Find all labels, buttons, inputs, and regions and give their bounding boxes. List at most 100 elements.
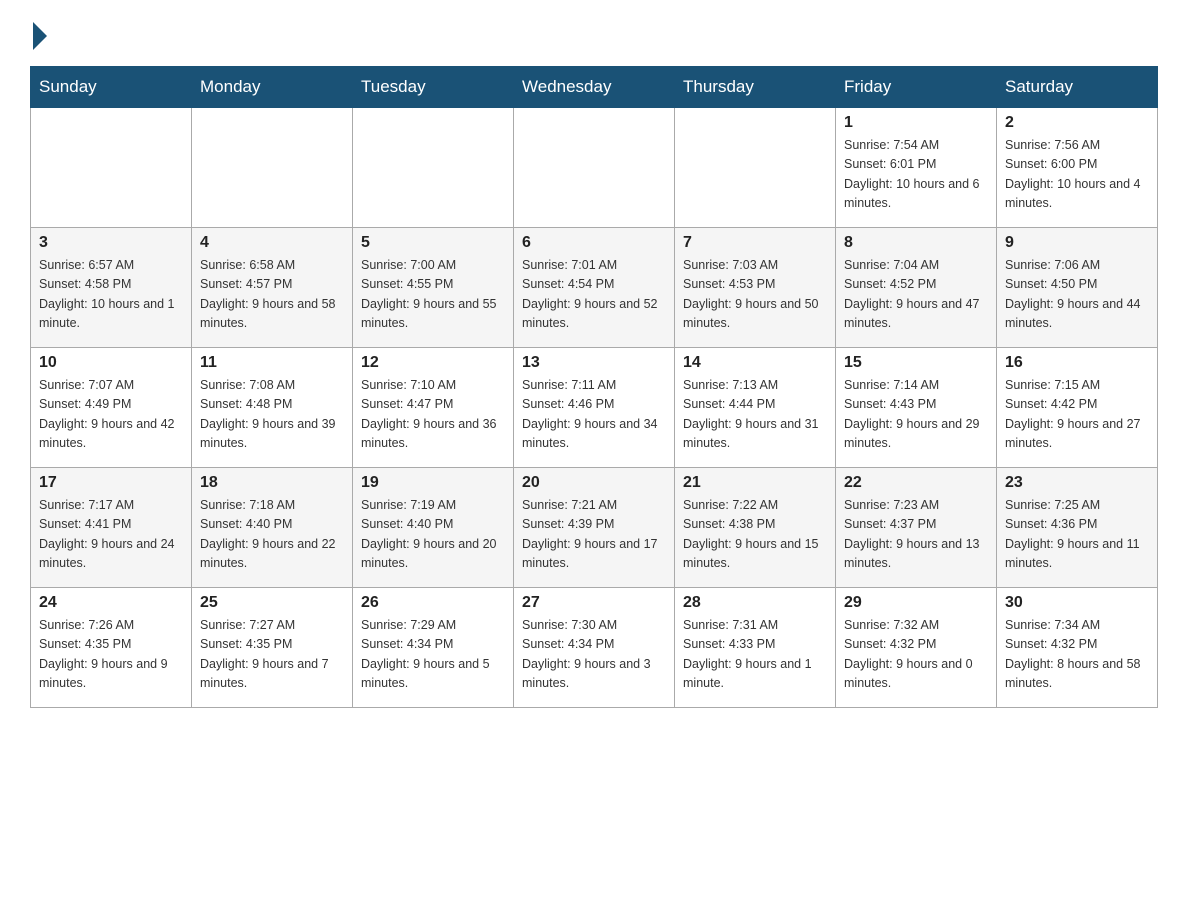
day-number: 28 bbox=[683, 594, 827, 612]
day-number: 2 bbox=[1005, 114, 1149, 132]
calendar-table: SundayMondayTuesdayWednesdayThursdayFrid… bbox=[30, 66, 1158, 708]
calendar-cell: 28 Sunrise: 7:31 AM Sunset: 4:33 PM Dayli… bbox=[675, 588, 836, 708]
calendar-week-4: 17 Sunrise: 7:17 AM Sunset: 4:41 PM Dayli… bbox=[31, 468, 1158, 588]
calendar-cell: 16 Sunrise: 7:15 AM Sunset: 4:42 PM Dayli… bbox=[997, 348, 1158, 468]
calendar-cell: 27Sunrise: 7:30 AM Sunset: 4:34 PM Dayli… bbox=[514, 588, 675, 708]
calendar-cell: 12 Sunrise: 7:10 AM Sunset: 4:47 PM Dayli… bbox=[353, 348, 514, 468]
calendar-cell: 10Sunrise: 7:07 AM Sunset: 4:49 PM Dayli… bbox=[31, 348, 192, 468]
day-info: Sunrise: 7:31 AM Sunset: 4:33 PM Dayligh… bbox=[683, 616, 827, 694]
day-number: 14 bbox=[683, 354, 827, 372]
calendar-cell: 7 Sunrise: 7:03 AM Sunset: 4:53 PM Daylig… bbox=[675, 228, 836, 348]
calendar-week-2: 3 Sunrise: 6:57 AM Sunset: 4:58 PM Daylig… bbox=[31, 228, 1158, 348]
day-info: Sunrise: 7:04 AM Sunset: 4:52 PM Dayligh… bbox=[844, 256, 988, 334]
calendar-cell: 3 Sunrise: 6:57 AM Sunset: 4:58 PM Daylig… bbox=[31, 228, 192, 348]
calendar-week-3: 10Sunrise: 7:07 AM Sunset: 4:49 PM Dayli… bbox=[31, 348, 1158, 468]
day-info: Sunrise: 7:00 AM Sunset: 4:55 PM Dayligh… bbox=[361, 256, 505, 334]
calendar-cell: 25 Sunrise: 7:27 AM Sunset: 4:35 PM Dayli… bbox=[192, 588, 353, 708]
calendar-cell bbox=[675, 108, 836, 228]
day-number: 23 bbox=[1005, 474, 1149, 492]
calendar-cell bbox=[192, 108, 353, 228]
day-info: Sunrise: 7:30 AM Sunset: 4:34 PM Dayligh… bbox=[522, 616, 666, 694]
day-number: 3 bbox=[39, 234, 183, 252]
day-number: 25 bbox=[200, 594, 344, 612]
day-header-wednesday: Wednesday bbox=[514, 67, 675, 108]
day-info: Sunrise: 7:26 AM Sunset: 4:35 PM Dayligh… bbox=[39, 616, 183, 694]
day-number: 9 bbox=[1005, 234, 1149, 252]
day-number: 29 bbox=[844, 594, 988, 612]
day-info: Sunrise: 7:56 AM Sunset: 6:00 PM Dayligh… bbox=[1005, 136, 1149, 214]
day-info: Sunrise: 7:01 AM Sunset: 4:54 PM Dayligh… bbox=[522, 256, 666, 334]
calendar-cell: 1 Sunrise: 7:54 AM Sunset: 6:01 PM Daylig… bbox=[836, 108, 997, 228]
day-info: Sunrise: 7:18 AM Sunset: 4:40 PM Dayligh… bbox=[200, 496, 344, 574]
day-number: 21 bbox=[683, 474, 827, 492]
day-number: 1 bbox=[844, 114, 988, 132]
calendar-cell: 24 Sunrise: 7:26 AM Sunset: 4:35 PM Dayli… bbox=[31, 588, 192, 708]
day-header-tuesday: Tuesday bbox=[353, 67, 514, 108]
day-number: 11 bbox=[200, 354, 344, 372]
day-number: 17 bbox=[39, 474, 183, 492]
day-number: 24 bbox=[39, 594, 183, 612]
day-number: 4 bbox=[200, 234, 344, 252]
calendar-cell: 11 Sunrise: 7:08 AM Sunset: 4:48 PM Dayli… bbox=[192, 348, 353, 468]
calendar-cell: 17 Sunrise: 7:17 AM Sunset: 4:41 PM Dayli… bbox=[31, 468, 192, 588]
day-number: 7 bbox=[683, 234, 827, 252]
day-number: 6 bbox=[522, 234, 666, 252]
calendar-cell: 9Sunrise: 7:06 AM Sunset: 4:50 PM Daylig… bbox=[997, 228, 1158, 348]
day-header-thursday: Thursday bbox=[675, 67, 836, 108]
calendar-cell: 6 Sunrise: 7:01 AM Sunset: 4:54 PM Daylig… bbox=[514, 228, 675, 348]
day-info: Sunrise: 6:58 AM Sunset: 4:57 PM Dayligh… bbox=[200, 256, 344, 334]
day-info: Sunrise: 7:27 AM Sunset: 4:35 PM Dayligh… bbox=[200, 616, 344, 694]
calendar-cell: 29Sunrise: 7:32 AM Sunset: 4:32 PM Dayli… bbox=[836, 588, 997, 708]
day-number: 13 bbox=[522, 354, 666, 372]
calendar-cell: 15 Sunrise: 7:14 AM Sunset: 4:43 PM Dayli… bbox=[836, 348, 997, 468]
calendar-cell: 13 Sunrise: 7:11 AM Sunset: 4:46 PM Dayli… bbox=[514, 348, 675, 468]
day-info: Sunrise: 7:17 AM Sunset: 4:41 PM Dayligh… bbox=[39, 496, 183, 574]
calendar-cell: 26 Sunrise: 7:29 AM Sunset: 4:34 PM Dayli… bbox=[353, 588, 514, 708]
day-number: 15 bbox=[844, 354, 988, 372]
day-info: Sunrise: 7:21 AM Sunset: 4:39 PM Dayligh… bbox=[522, 496, 666, 574]
calendar-header-row: SundayMondayTuesdayWednesdayThursdayFrid… bbox=[31, 67, 1158, 108]
day-info: Sunrise: 7:54 AM Sunset: 6:01 PM Dayligh… bbox=[844, 136, 988, 214]
day-info: Sunrise: 7:23 AM Sunset: 4:37 PM Dayligh… bbox=[844, 496, 988, 574]
calendar-cell: 21 Sunrise: 7:22 AM Sunset: 4:38 PM Dayli… bbox=[675, 468, 836, 588]
day-number: 26 bbox=[361, 594, 505, 612]
day-header-saturday: Saturday bbox=[997, 67, 1158, 108]
logo bbox=[30, 20, 47, 46]
day-info: Sunrise: 7:22 AM Sunset: 4:38 PM Dayligh… bbox=[683, 496, 827, 574]
day-number: 30 bbox=[1005, 594, 1149, 612]
day-info: Sunrise: 7:14 AM Sunset: 4:43 PM Dayligh… bbox=[844, 376, 988, 454]
day-info: Sunrise: 7:07 AM Sunset: 4:49 PM Dayligh… bbox=[39, 376, 183, 454]
calendar-cell bbox=[31, 108, 192, 228]
calendar-week-1: 1 Sunrise: 7:54 AM Sunset: 6:01 PM Daylig… bbox=[31, 108, 1158, 228]
calendar-cell: 8 Sunrise: 7:04 AM Sunset: 4:52 PM Daylig… bbox=[836, 228, 997, 348]
day-number: 16 bbox=[1005, 354, 1149, 372]
day-number: 5 bbox=[361, 234, 505, 252]
calendar-cell: 19Sunrise: 7:19 AM Sunset: 4:40 PM Dayli… bbox=[353, 468, 514, 588]
day-info: Sunrise: 7:34 AM Sunset: 4:32 PM Dayligh… bbox=[1005, 616, 1149, 694]
day-header-friday: Friday bbox=[836, 67, 997, 108]
day-info: Sunrise: 7:03 AM Sunset: 4:53 PM Dayligh… bbox=[683, 256, 827, 334]
calendar-cell: 14 Sunrise: 7:13 AM Sunset: 4:44 PM Dayli… bbox=[675, 348, 836, 468]
day-info: Sunrise: 7:13 AM Sunset: 4:44 PM Dayligh… bbox=[683, 376, 827, 454]
day-number: 18 bbox=[200, 474, 344, 492]
calendar-cell: 30 Sunrise: 7:34 AM Sunset: 4:32 PM Dayli… bbox=[997, 588, 1158, 708]
calendar-week-5: 24 Sunrise: 7:26 AM Sunset: 4:35 PM Dayli… bbox=[31, 588, 1158, 708]
day-info: Sunrise: 7:15 AM Sunset: 4:42 PM Dayligh… bbox=[1005, 376, 1149, 454]
calendar-cell: 20Sunrise: 7:21 AM Sunset: 4:39 PM Dayli… bbox=[514, 468, 675, 588]
day-info: Sunrise: 7:10 AM Sunset: 4:47 PM Dayligh… bbox=[361, 376, 505, 454]
day-header-sunday: Sunday bbox=[31, 67, 192, 108]
day-header-monday: Monday bbox=[192, 67, 353, 108]
logo-arrow-icon bbox=[33, 22, 47, 50]
calendar-cell: 18 Sunrise: 7:18 AM Sunset: 4:40 PM Dayli… bbox=[192, 468, 353, 588]
calendar-cell: 22Sunrise: 7:23 AM Sunset: 4:37 PM Dayli… bbox=[836, 468, 997, 588]
day-info: Sunrise: 6:57 AM Sunset: 4:58 PM Dayligh… bbox=[39, 256, 183, 334]
day-number: 8 bbox=[844, 234, 988, 252]
day-info: Sunrise: 7:08 AM Sunset: 4:48 PM Dayligh… bbox=[200, 376, 344, 454]
day-info: Sunrise: 7:29 AM Sunset: 4:34 PM Dayligh… bbox=[361, 616, 505, 694]
day-info: Sunrise: 7:11 AM Sunset: 4:46 PM Dayligh… bbox=[522, 376, 666, 454]
calendar-cell bbox=[514, 108, 675, 228]
day-number: 12 bbox=[361, 354, 505, 372]
calendar-cell bbox=[353, 108, 514, 228]
page-header bbox=[30, 20, 1158, 46]
day-number: 19 bbox=[361, 474, 505, 492]
